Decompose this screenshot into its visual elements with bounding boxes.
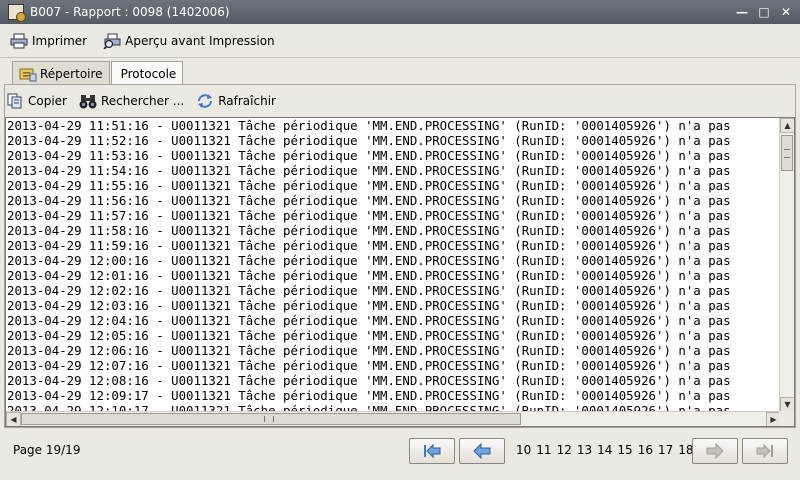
- folder-tree-icon: [19, 68, 37, 81]
- page-link-10[interactable]: 10: [516, 443, 531, 457]
- log-line: 2013-04-29 11:51:16 - U0011321 Tâche pér…: [7, 118, 731, 133]
- horizontal-scrollbar[interactable]: ◀ ▶: [6, 411, 781, 426]
- log-line: 2013-04-29 12:04:16 - U0011321 Tâche pér…: [7, 313, 731, 328]
- tab-protocole-label: Protocole: [120, 67, 177, 81]
- refresh-icon: [198, 94, 213, 108]
- scroll-up-button[interactable]: ▲: [780, 118, 794, 133]
- next-page-button[interactable]: [692, 438, 738, 464]
- arrow-right-icon: [706, 443, 724, 459]
- print-label: Imprimer: [32, 33, 88, 48]
- log-line: 2013-04-29 12:02:16 - U0011321 Tâche pér…: [7, 283, 731, 298]
- minimize-button[interactable]: —: [734, 4, 750, 20]
- page-link-15[interactable]: 15: [617, 443, 632, 457]
- vertical-scroll-thumb[interactable]: [781, 135, 793, 171]
- page-link-16[interactable]: 16: [638, 443, 653, 457]
- scrollbar-corner: [779, 411, 794, 426]
- refresh-label: Rafraîchir: [218, 94, 276, 108]
- tab-repertoire[interactable]: Répertoire: [12, 61, 110, 85]
- page-link-13[interactable]: 13: [577, 443, 592, 457]
- maximize-button[interactable]: □: [756, 4, 772, 20]
- page-link-11[interactable]: 11: [536, 443, 551, 457]
- window-title: B007 - Rapport : 0098 (1402006): [30, 5, 230, 19]
- log-line: 2013-04-29 12:03:16 - U0011321 Tâche pér…: [7, 298, 731, 313]
- log-line: 2013-04-29 12:05:16 - U0011321 Tâche pér…: [7, 328, 731, 343]
- main-toolbar: Imprimer Aperçu avant Impression: [0, 24, 800, 58]
- first-page-button[interactable]: [409, 438, 455, 464]
- title-bar: B007 - Rapport : 0098 (1402006) — □ ✕: [0, 0, 800, 24]
- log-view[interactable]: 2013-04-29 11:51:16 - U0011321 Tâche pér…: [5, 117, 795, 427]
- log-line: 2013-04-29 11:59:16 - U0011321 Tâche pér…: [7, 238, 731, 253]
- scroll-down-button[interactable]: ▼: [780, 397, 794, 412]
- copy-label: Copier: [28, 94, 67, 108]
- log-toolbar: Copier Rechercher ... Rafraîchir: [4, 88, 286, 114]
- print-preview-button[interactable]: Aperçu avant Impression: [101, 29, 277, 53]
- page-list: 10111213141516171819: [516, 443, 720, 457]
- print-preview-icon: [103, 33, 121, 49]
- log-line: 2013-04-29 12:07:16 - U0011321 Tâche pér…: [7, 358, 731, 373]
- log-line: 2013-04-29 11:54:16 - U0011321 Tâche pér…: [7, 163, 731, 178]
- refresh-button[interactable]: Rafraîchir: [194, 89, 278, 113]
- log-line: 2013-04-29 11:56:16 - U0011321 Tâche pér…: [7, 193, 731, 208]
- log-line: 2013-04-29 11:52:16 - U0011321 Tâche pér…: [7, 133, 731, 148]
- log-line: 2013-04-29 12:00:16 - U0011321 Tâche pér…: [7, 253, 731, 268]
- print-preview-label: Aperçu avant Impression: [125, 33, 275, 48]
- printer-icon: [10, 33, 28, 48]
- log-lines: 2013-04-29 11:51:16 - U0011321 Tâche pér…: [7, 118, 781, 412]
- binoculars-icon: [79, 95, 97, 109]
- tab-protocole[interactable]: Protocole: [110, 61, 184, 86]
- log-line: 2013-04-29 12:08:16 - U0011321 Tâche pér…: [7, 373, 731, 388]
- vertical-scrollbar[interactable]: ▲ ▼: [779, 118, 794, 412]
- window-controls: — □ ✕: [734, 4, 794, 20]
- scroll-left-button[interactable]: ◀: [6, 412, 21, 426]
- tab-repertoire-label: Répertoire: [40, 66, 103, 81]
- page-info: Page 19/19: [13, 443, 81, 457]
- log-line: 2013-04-29 12:06:16 - U0011321 Tâche pér…: [7, 343, 731, 358]
- log-line: 2013-04-29 11:55:16 - U0011321 Tâche pér…: [7, 178, 731, 193]
- tab-bar: Répertoire Protocole: [12, 61, 184, 86]
- log-line: 2013-04-29 11:58:16 - U0011321 Tâche pér…: [7, 223, 731, 238]
- page-link-14[interactable]: 14: [597, 443, 612, 457]
- search-label: Rechercher ...: [101, 94, 185, 108]
- first-page-icon: [424, 443, 441, 459]
- page-link-17[interactable]: 17: [658, 443, 673, 457]
- report-app-icon: [8, 4, 26, 22]
- log-line: 2013-04-29 11:53:16 - U0011321 Tâche pér…: [7, 148, 731, 163]
- page-link-12[interactable]: 12: [557, 443, 572, 457]
- last-page-button[interactable]: [742, 438, 788, 464]
- copy-button[interactable]: Copier: [4, 89, 69, 113]
- log-line: 2013-04-29 12:09:17 - U0011321 Tâche pér…: [7, 388, 731, 403]
- print-button[interactable]: Imprimer: [8, 29, 89, 53]
- search-button[interactable]: Rechercher ...: [77, 89, 186, 113]
- arrow-left-icon: [473, 443, 491, 459]
- close-button[interactable]: ✕: [778, 4, 794, 20]
- horizontal-scroll-thumb[interactable]: [21, 413, 521, 425]
- log-line: 2013-04-29 12:01:16 - U0011321 Tâche pér…: [7, 268, 731, 283]
- previous-page-button[interactable]: [459, 438, 505, 464]
- log-line: 2013-04-29 11:57:16 - U0011321 Tâche pér…: [7, 208, 731, 223]
- copy-icon: [7, 93, 22, 109]
- last-page-icon: [756, 443, 773, 459]
